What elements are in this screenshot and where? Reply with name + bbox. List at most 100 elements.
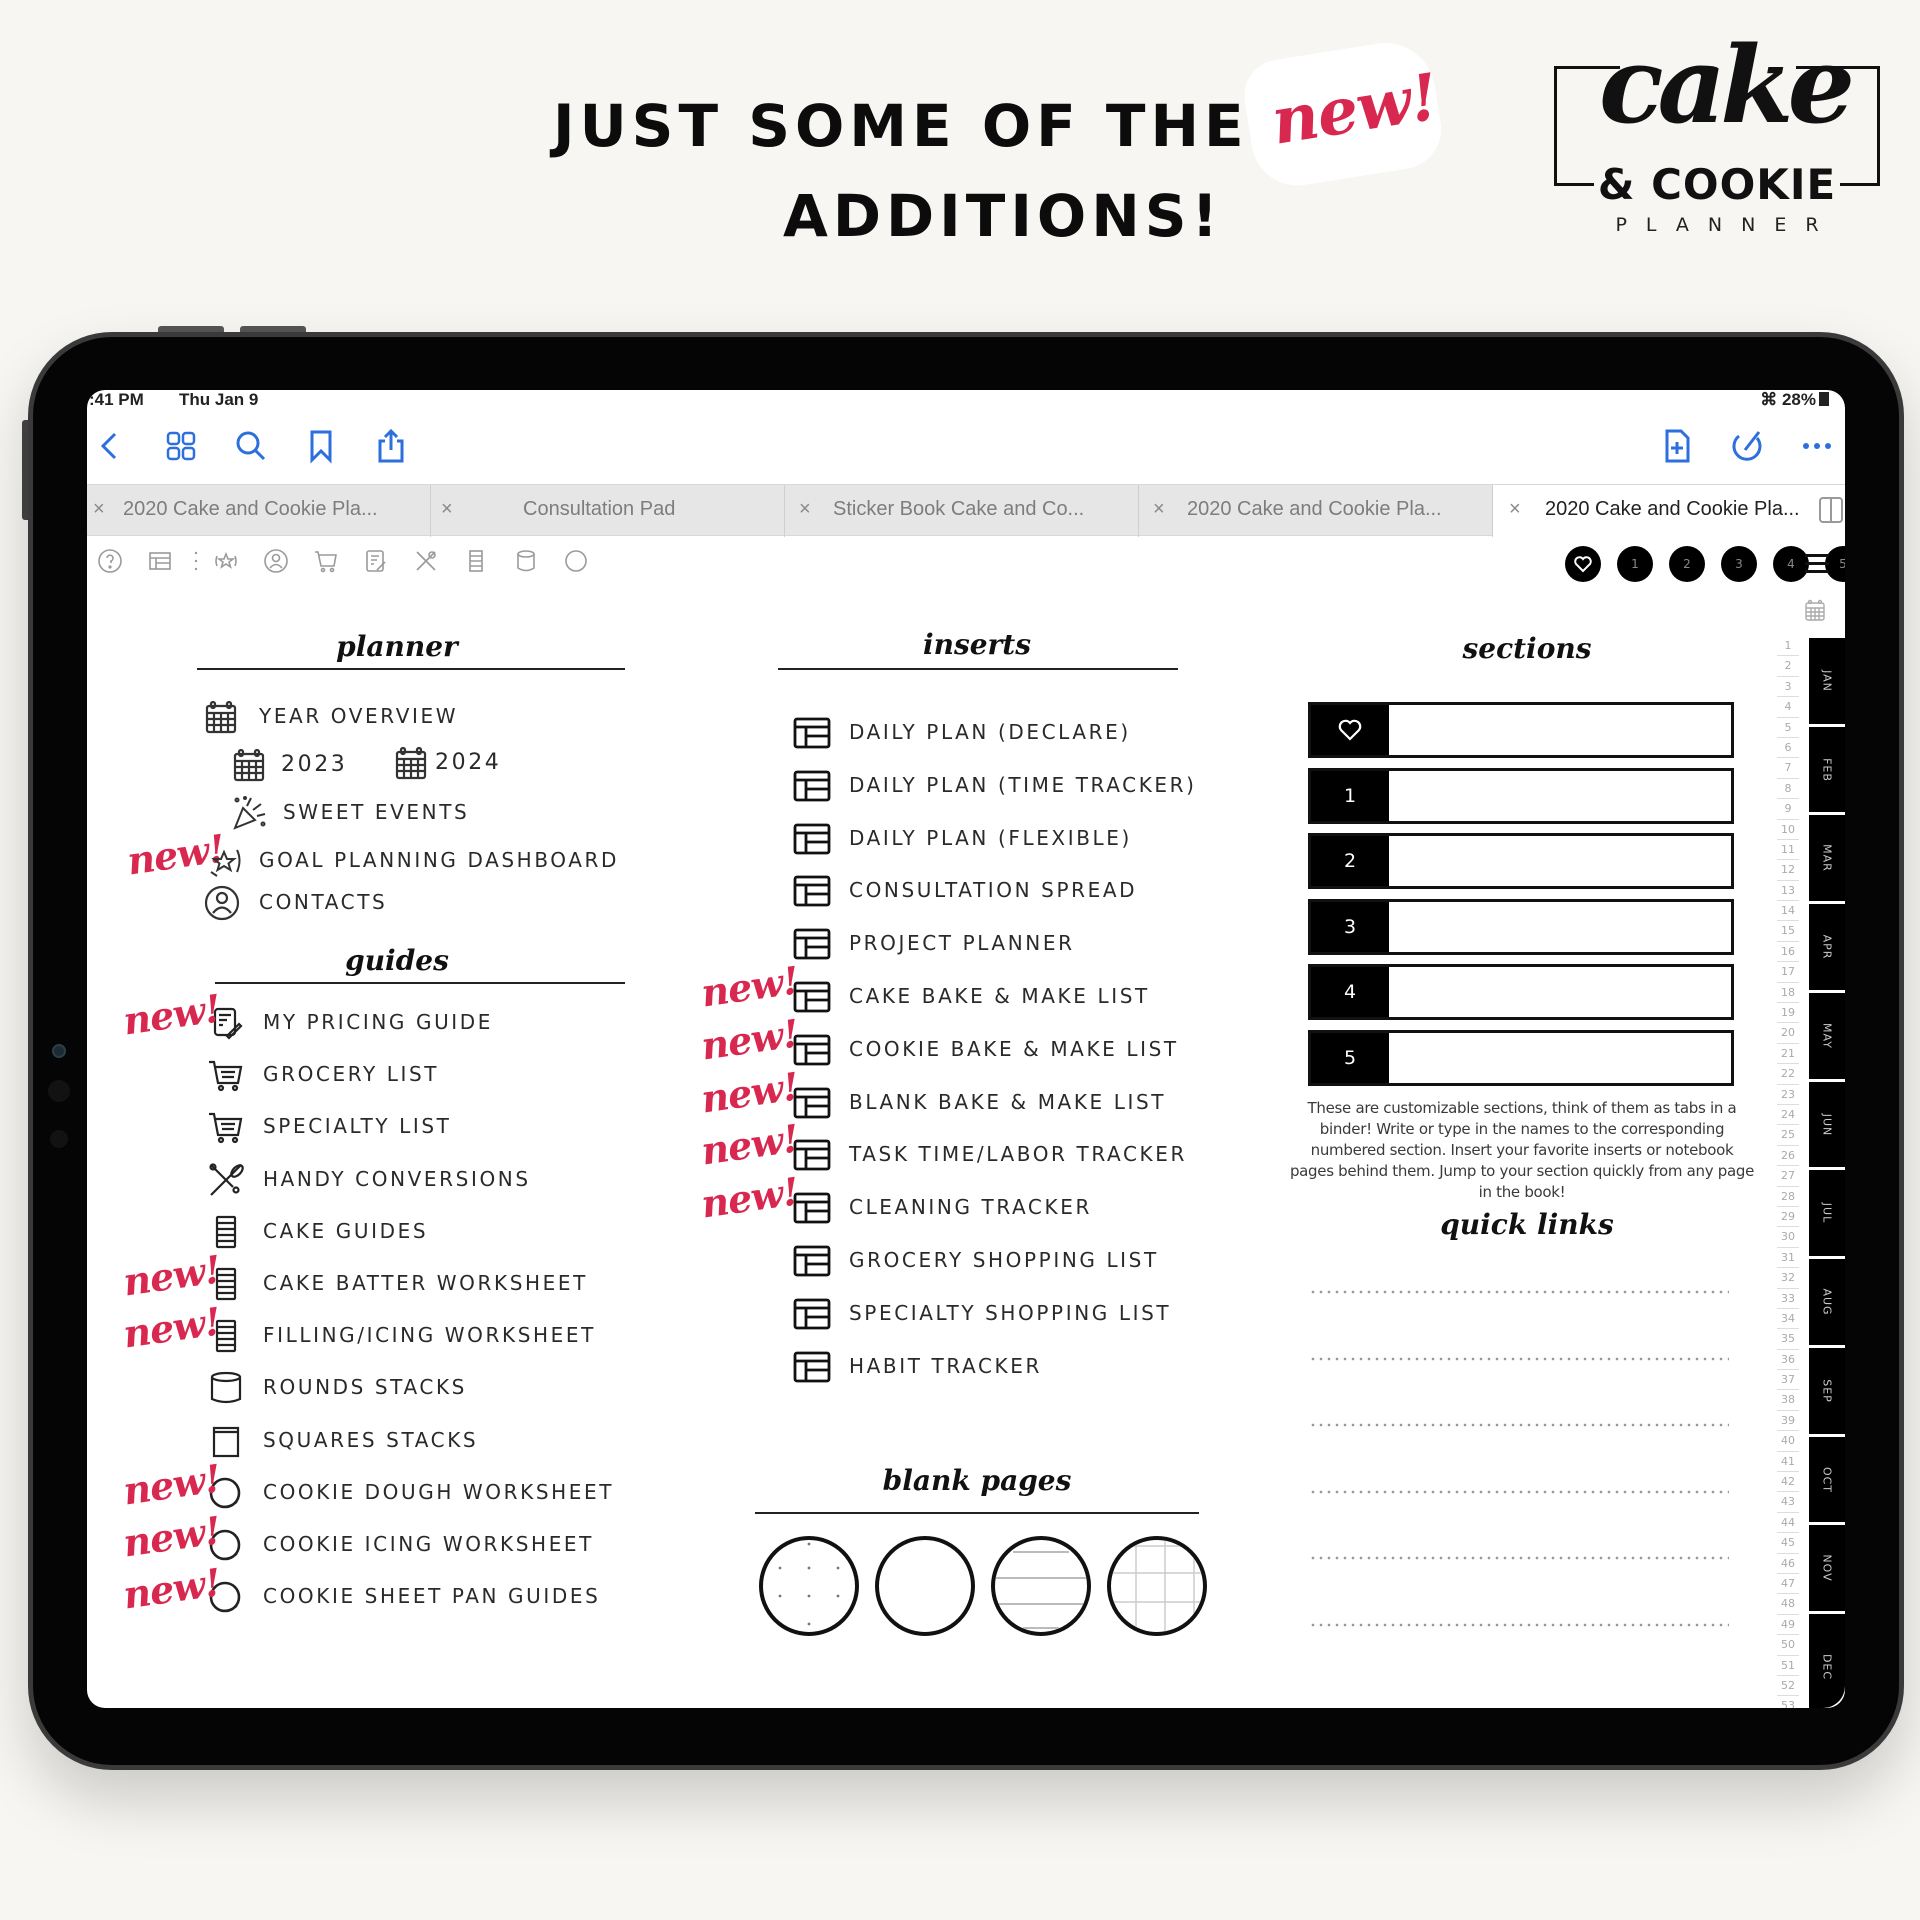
week-number[interactable]: 49 [1777, 1615, 1799, 1636]
week-number[interactable]: 34 [1777, 1309, 1799, 1330]
week-number[interactable]: 48 [1777, 1594, 1799, 1615]
week-number[interactable]: 3 [1777, 677, 1799, 698]
week-number[interactable]: 31 [1777, 1248, 1799, 1269]
split-view-icon[interactable] [1819, 497, 1843, 523]
week-number[interactable]: 19 [1777, 1003, 1799, 1024]
calendar-icon[interactable] [1803, 598, 1827, 622]
section-tab-2[interactable]: 2 [1669, 546, 1705, 582]
more-ellipsis-icon[interactable] [1799, 428, 1835, 464]
close-tab-icon[interactable]: × [1153, 498, 1165, 521]
grid-thumbnails-icon[interactable] [163, 428, 199, 464]
month-tab[interactable]: JUN [1809, 1082, 1845, 1171]
share-icon[interactable] [373, 428, 409, 464]
section-name-field[interactable] [1308, 702, 1734, 758]
week-number[interactable]: 13 [1777, 881, 1799, 902]
week-number[interactable]: 28 [1777, 1187, 1799, 1207]
week-number[interactable]: 52 [1777, 1676, 1799, 1697]
close-tab-icon[interactable]: × [799, 498, 811, 521]
add-page-icon[interactable] [1659, 428, 1695, 464]
week-number[interactable]: 36 [1777, 1350, 1799, 1371]
week-number[interactable]: 2 [1777, 656, 1799, 677]
month-tab[interactable]: AUG [1809, 1259, 1845, 1348]
week-number[interactable]: 21 [1777, 1044, 1799, 1065]
week-number[interactable]: 35 [1777, 1329, 1799, 1350]
week-number[interactable]: 32 [1777, 1268, 1799, 1289]
week-number[interactable]: 45 [1777, 1533, 1799, 1554]
week-number[interactable]: 43 [1777, 1492, 1799, 1513]
circle-icon[interactable] [563, 548, 589, 574]
close-tab-icon[interactable]: × [93, 498, 105, 521]
week-number[interactable]: 11 [1777, 840, 1799, 861]
quick-link-line[interactable] [1309, 1556, 1729, 1561]
week-number[interactable]: 38 [1777, 1390, 1799, 1411]
week-number[interactable]: 22 [1777, 1064, 1799, 1085]
month-tab[interactable]: DEC [1809, 1614, 1845, 1708]
layout-icon[interactable] [147, 548, 173, 574]
week-number[interactable]: 7 [1777, 758, 1799, 779]
week-number[interactable]: 9 [1777, 799, 1799, 820]
document-tab[interactable]: × Consultation Pad [431, 485, 785, 537]
month-tab[interactable]: NOV [1809, 1525, 1845, 1615]
week-number[interactable]: 33 [1777, 1289, 1799, 1309]
week-number[interactable]: 42 [1777, 1472, 1799, 1493]
search-icon[interactable] [233, 428, 269, 464]
bookmark-icon[interactable] [303, 428, 339, 464]
quick-link-line[interactable] [1309, 1423, 1729, 1428]
pricing-icon[interactable] [363, 548, 389, 574]
week-number[interactable]: 50 [1777, 1635, 1799, 1656]
month-tab[interactable]: MAR [1809, 815, 1845, 905]
quick-link-line[interactable] [1309, 1356, 1729, 1361]
week-number[interactable]: 39 [1777, 1411, 1799, 1432]
section-name-field[interactable]: 2 [1308, 833, 1734, 889]
week-number[interactable]: 10 [1777, 820, 1799, 840]
month-tab[interactable]: FEB [1809, 727, 1845, 816]
menu-icon[interactable] [1805, 554, 1829, 574]
quick-link-line[interactable] [1309, 1623, 1729, 1627]
week-number[interactable]: 47 [1777, 1574, 1799, 1595]
week-number[interactable]: 27 [1777, 1166, 1799, 1187]
close-tab-icon[interactable]: × [1509, 498, 1521, 521]
week-number[interactable]: 25 [1777, 1125, 1799, 1146]
document-tab[interactable]: × 2020 Cake and Cookie Pla... [1139, 485, 1493, 537]
month-tab[interactable]: JUL [1809, 1170, 1845, 1260]
week-number[interactable]: 15 [1777, 921, 1799, 942]
week-number[interactable]: 41 [1777, 1452, 1799, 1473]
month-tab[interactable]: APR [1809, 904, 1845, 993]
document-tab[interactable]: × 2020 Cake and Cookie Pla... [87, 485, 431, 537]
quick-link-line[interactable] [1309, 1489, 1729, 1494]
blank-page-dot-grid[interactable] [759, 1536, 859, 1636]
week-number[interactable]: 29 [1777, 1207, 1799, 1228]
blank-page-graph[interactable] [1107, 1536, 1207, 1636]
week-number[interactable]: 44 [1777, 1513, 1799, 1534]
month-tab[interactable]: SEP [1809, 1348, 1845, 1437]
section-name-field[interactable]: 3 [1308, 898, 1734, 955]
week-number[interactable]: 46 [1777, 1554, 1799, 1574]
week-number[interactable]: 6 [1777, 738, 1799, 759]
contact-icon[interactable] [263, 548, 289, 574]
document-tab[interactable]: × Sticker Book Cake and Co... [785, 485, 1139, 537]
section-tab-heart[interactable] [1565, 546, 1601, 582]
week-number[interactable]: 1 [1777, 636, 1799, 657]
week-number[interactable]: 53 [1777, 1696, 1799, 1708]
week-number[interactable]: 5 [1777, 718, 1799, 738]
section-name-field[interactable]: 4 [1308, 964, 1734, 1020]
blank-page-lined[interactable] [991, 1536, 1091, 1636]
document-tab-active[interactable]: × 2020 Cake and Cookie Pla... [1493, 485, 1845, 537]
tools-icon[interactable] [413, 548, 439, 574]
quick-link-line[interactable] [1309, 1290, 1729, 1294]
pen-markup-icon[interactable] [1729, 428, 1765, 464]
section-name-field[interactable]: 1 [1308, 767, 1734, 824]
cylinder-icon[interactable] [513, 548, 539, 574]
week-number[interactable]: 8 [1777, 779, 1799, 800]
week-number[interactable]: 17 [1777, 962, 1799, 983]
cart-icon[interactable] [313, 548, 339, 574]
section-tab-3[interactable]: 3 [1721, 546, 1757, 582]
week-number[interactable]: 18 [1777, 983, 1799, 1004]
help-icon[interactable] [97, 548, 123, 574]
week-number[interactable]: 20 [1777, 1023, 1799, 1044]
blank-page-plain[interactable] [875, 1536, 975, 1636]
week-number[interactable]: 12 [1777, 860, 1799, 881]
goal-badge-icon[interactable] [213, 548, 239, 574]
week-number[interactable]: 51 [1777, 1656, 1799, 1676]
month-tab[interactable]: MAY [1809, 993, 1845, 1082]
